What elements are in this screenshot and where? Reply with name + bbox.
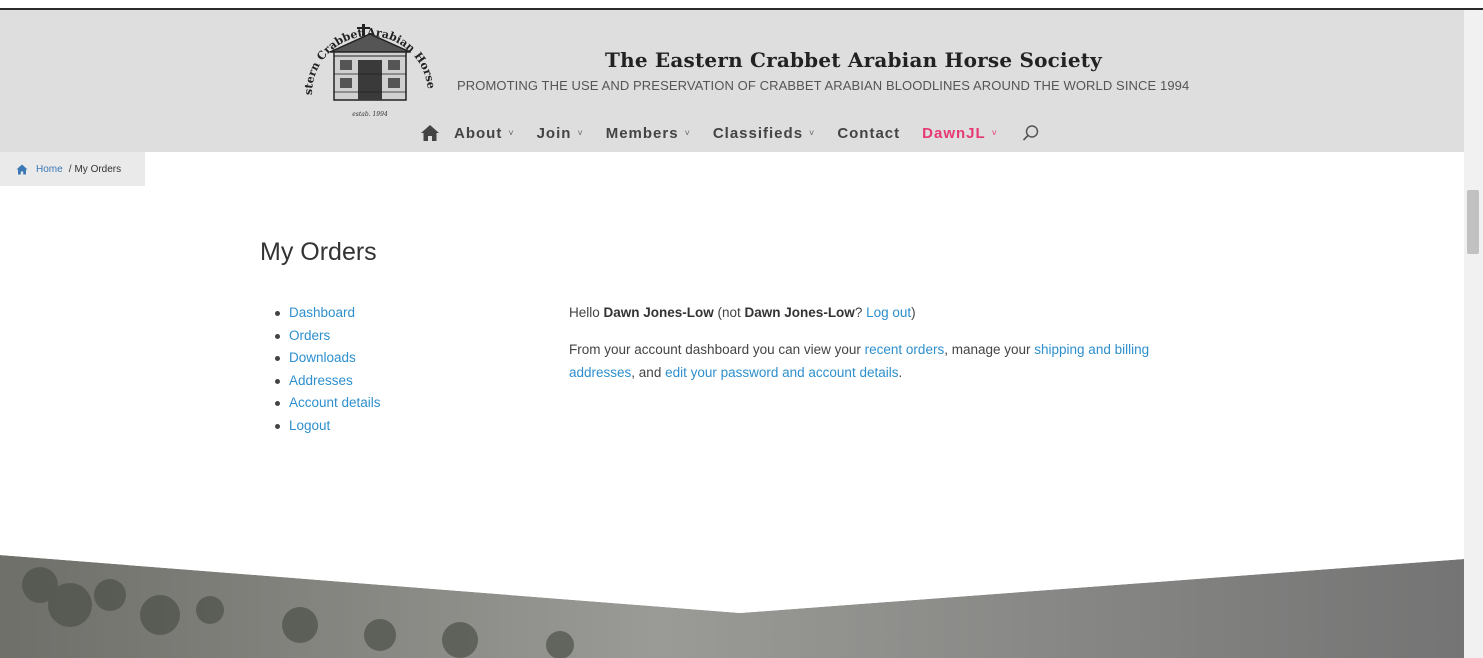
account-navigation: Dashboard Orders Downloads Addresses Acc… [273,302,381,437]
scrollbar-thumb[interactable] [1467,190,1479,254]
nav-contact[interactable]: Contact [837,125,900,142]
breadcrumb-current: My Orders [74,163,122,175]
nav-about-label: About [454,124,503,142]
society-logo[interactable]: The Eastern Crabbet Arabian Horse Societ… [290,16,450,122]
chevron-down-icon: ˅ [809,128,816,138]
account-nav-item-account-details: Account details [273,392,381,415]
account-details-inline-link[interactable]: edit your password and account details [665,365,898,380]
nav-user-account[interactable]: DawnJL ˅ [922,125,998,142]
logout-inline-link[interactable]: Log out [866,305,911,320]
account-nav-item-addresses: Addresses [273,370,381,393]
account-nav-item-orders: Orders [273,325,381,348]
site-tagline: PROMOTING THE USE AND PRESERVATION OF CR… [457,78,1190,93]
chevron-down-icon: ˅ [577,128,584,138]
intro-text-3: , and [631,365,666,380]
logo-estab-text: estab. 1994 [352,111,388,118]
recent-orders-link[interactable]: recent orders [865,342,945,357]
logout-link[interactable]: Logout [289,418,330,433]
hello-prefix: Hello [569,305,604,320]
chevron-down-icon: ˅ [991,128,998,138]
home-icon[interactable] [16,164,28,175]
nav-members-label: Members [605,124,679,142]
downloads-link[interactable]: Downloads [289,350,356,365]
intro-text-2: , manage your [944,342,1035,357]
breadcrumb: Home / My Orders [0,152,145,186]
account-details-link[interactable]: Account details [289,395,381,410]
not-user-name: Dawn Jones-Low [744,305,855,320]
breadcrumb-separator: / [68,163,72,175]
chevron-down-icon: ˅ [684,128,691,138]
page-title: My Orders [260,238,377,266]
intro-text-1: From your account dashboard you can view… [569,342,865,357]
account-nav-item-downloads: Downloads [273,347,381,370]
site-header: The Eastern Crabbet Arabian Horse Societ… [0,10,1464,152]
nav-contact-label: Contact [837,124,901,142]
orders-link[interactable]: Orders [289,328,330,343]
nav-classifieds[interactable]: Classifieds ˅ [713,125,815,142]
hello-message: Hello Dawn Jones-Low (not Dawn Jones-Low… [569,302,1209,324]
nav-user-label: DawnJL [922,124,986,142]
chevron-down-icon: ˅ [508,128,515,138]
intro-text-4: . [898,365,903,380]
scrollbar-track[interactable] [1464,10,1483,658]
nav-members[interactable]: Members ˅ [606,125,691,142]
site-title[interactable]: The Eastern Crabbet Arabian Horse Societ… [605,48,1102,72]
home-icon[interactable] [420,124,440,142]
breadcrumb-home-link[interactable]: Home [36,164,63,175]
search-icon[interactable] [1022,124,1040,142]
not-prefix: (not [713,305,745,320]
dashboard-link[interactable]: Dashboard [289,305,355,320]
footer-image-band [0,555,1464,658]
nav-classifieds-label: Classifieds [712,124,804,142]
question-mark: ? [854,305,867,320]
nav-about[interactable]: About ˅ [454,125,515,142]
account-nav-item-dashboard: Dashboard [273,302,381,325]
nav-join[interactable]: Join ˅ [537,125,584,142]
main-nav: About ˅ Join ˅ Members ˅ Classifieds ˅ C… [420,118,1040,148]
dashboard-intro: From your account dashboard you can view… [569,338,1209,384]
nav-join-label: Join [536,124,572,142]
dashboard-content: Hello Dawn Jones-Low (not Dawn Jones-Low… [569,302,1209,384]
close-paren: ) [911,305,916,320]
account-nav-item-logout: Logout [273,415,381,438]
addresses-link[interactable]: Addresses [289,373,353,388]
user-name: Dawn Jones-Low [603,305,714,320]
